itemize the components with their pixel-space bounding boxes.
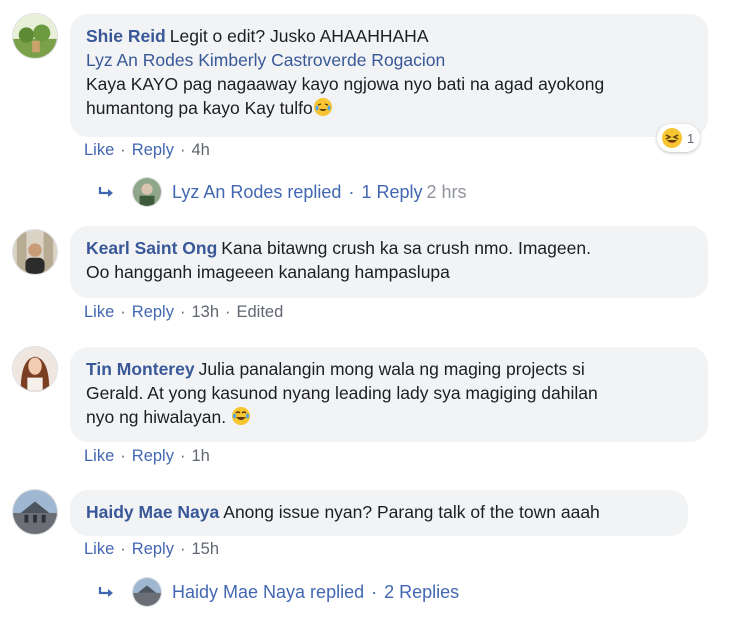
comment-bubble-shie-reid: Shie Reid Legit o edit? Jusko AHAAHHAHA L… <box>70 14 708 137</box>
comment-text: Legit o edit? Jusko AHAAHHAHA <box>169 26 429 46</box>
comment-author[interactable]: Shie Reid <box>86 26 166 46</box>
avatar-image <box>13 347 57 391</box>
comment-text-with-emoji: humantong pa kayo Kay tulfo <box>86 96 692 120</box>
separator-dot: · <box>120 141 126 159</box>
avatar-image <box>13 14 57 58</box>
separator-dot: · <box>179 540 186 558</box>
comment-text: Gerald. At yong kasunod nyang leading la… <box>86 383 598 403</box>
like-link[interactable]: Like <box>84 447 114 465</box>
comment-actions: Like · Reply · 1h <box>84 447 210 466</box>
comment-bubble-kearl-saint-ong: Kearl Saint Ong Kana bitawng crush ka sa … <box>70 226 708 298</box>
replier-avatar <box>132 577 162 607</box>
avatar-kearl-saint-ong[interactable] <box>12 229 58 275</box>
separator-dot: · <box>120 303 126 321</box>
comment-text-with-emoji: nyo ng hiwalayan. <box>86 405 692 429</box>
comment-text: Julia panalangin mong wala ng maging pro… <box>198 359 585 379</box>
comment-text: nyo ng hiwalayan. <box>86 407 227 427</box>
comment-author[interactable]: Haidy Mae Naya <box>86 502 219 522</box>
reply-count[interactable]: 2 Replies <box>384 582 459 603</box>
separator-dot: · <box>179 447 186 465</box>
reply-link[interactable]: Reply <box>132 303 174 321</box>
avatar-haidy-mae-naya[interactable] <box>12 489 58 535</box>
tears-of-joy-emoji-icon <box>231 407 250 425</box>
comment-actions: Like · Reply · 4h <box>84 141 210 160</box>
like-link[interactable]: Like <box>84 303 114 321</box>
separator-dot: · <box>179 303 186 321</box>
comment-author[interactable]: Tin Monterey <box>86 359 195 379</box>
comment-time[interactable]: 13h <box>191 303 219 321</box>
comment-time[interactable]: 15h <box>191 540 219 558</box>
comment-actions: Like · Reply · 13h · Edited <box>84 303 283 322</box>
comment-time[interactable]: 4h <box>191 141 209 159</box>
reaction-count: 1 <box>687 130 695 146</box>
reply-link[interactable]: Reply <box>132 540 174 558</box>
reply-link[interactable]: Reply <box>132 141 174 159</box>
separator-dot: · <box>225 303 231 321</box>
reply-time: 2 hrs <box>426 181 467 202</box>
comment-text-line: Tin Monterey Julia panalangin mong wala n… <box>86 357 692 381</box>
comment-text: Kaya KAYO pag nagaaway kayo ngjowa nyo b… <box>86 74 605 94</box>
comment-author[interactable]: Kearl Saint Ong <box>86 238 217 258</box>
reply-arrow-icon <box>98 587 113 597</box>
separator-dot: · <box>120 540 126 558</box>
avatar-image <box>13 230 57 274</box>
like-link[interactable]: Like <box>84 540 114 558</box>
comment-text: Oo hangganh imageeen kanalang hampaslupa <box>86 262 450 282</box>
comment-text: humantong pa kayo Kay tulfo <box>86 98 313 118</box>
reply-link[interactable]: Reply <box>132 447 174 465</box>
separator-dot: · <box>120 447 126 465</box>
like-link[interactable]: Like <box>84 141 114 159</box>
avatar-tin-monterey[interactable] <box>12 346 58 392</box>
comment-text-line: Shie Reid Legit o edit? Jusko AHAAHHAHA <box>86 24 692 48</box>
comment-bubble-tin-monterey: Tin Monterey Julia panalangin mong wala n… <box>70 347 708 442</box>
comment-bubble-haidy-mae-naya: Haidy Mae Naya Anong issue nyan? Parang t… <box>70 490 688 536</box>
crying-laughing-emoji-icon <box>313 98 332 116</box>
comment-mentions[interactable]: Lyz An Rodes Kimberly Castroverde Rogaci… <box>86 48 692 72</box>
reaction-summary[interactable]: 1 <box>657 124 701 152</box>
comment-text-line: Haidy Mae Naya Anong issue nyan? Parang t… <box>86 500 672 524</box>
comment-actions: Like · Reply · 15h <box>84 540 219 559</box>
reply-arrow-icon <box>98 187 113 197</box>
reply-count[interactable]: 1 Reply <box>361 182 422 203</box>
view-replies-link[interactable]: Haidy Mae Naya replied · 2 Replies <box>98 577 459 607</box>
replier-text[interactable]: Haidy Mae Naya replied <box>172 582 364 603</box>
separator-dot: · <box>371 581 378 602</box>
view-replies-link[interactable]: Lyz An Rodes replied · 1 Reply 2 hrs <box>98 177 467 207</box>
comment-text-line: Kearl Saint Ong Kana bitawng crush ka sa … <box>86 236 692 260</box>
avatar-image <box>13 490 57 534</box>
edited-label[interactable]: Edited <box>237 303 284 321</box>
replier-avatar <box>132 177 162 207</box>
avatar-shie-reid[interactable] <box>12 13 58 59</box>
separator-dot: · <box>348 181 355 202</box>
replier-text[interactable]: Lyz An Rodes replied <box>172 182 341 203</box>
separator-dot: · <box>179 141 186 159</box>
comment-text: Anong issue nyan? Parang talk of the tow… <box>223 502 600 522</box>
laughing-emoji-icon <box>662 128 682 148</box>
comment-text: Kana bitawng crush ka sa crush nmo. Imag… <box>221 238 591 258</box>
comment-time[interactable]: 1h <box>191 447 209 465</box>
